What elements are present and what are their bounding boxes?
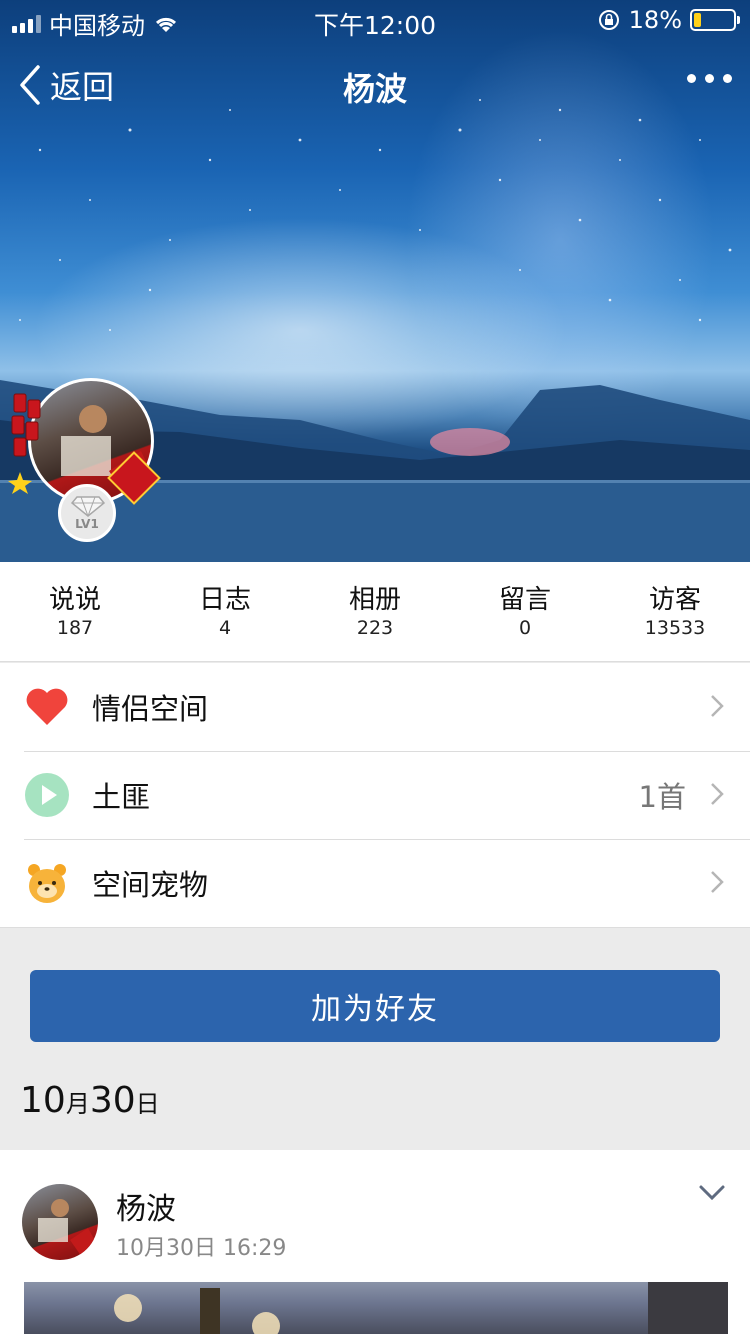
stat-posts[interactable]: 说说 187 <box>0 562 150 661</box>
stat-value: 4 <box>218 617 232 639</box>
stats-bar: 说说 187 日志 4 相册 223 留言 0 访客 13533 <box>0 562 750 662</box>
chevron-right-icon <box>711 783 724 805</box>
rotation-lock-icon <box>598 10 619 30</box>
list-item-space-pet[interactable]: 空间宠物 <box>0 839 750 927</box>
heart-icon <box>24 684 70 730</box>
add-friend-button[interactable]: 加为好友 <box>30 970 720 1042</box>
battery-percent: 18% <box>628 6 682 34</box>
stat-value: 13533 <box>644 617 706 639</box>
post-author-name[interactable]: 杨波 <box>116 1184 176 1228</box>
status-bar: 中国移动 下午12:00 18% <box>0 0 750 40</box>
stat-label: 留言 <box>498 585 551 615</box>
stat-blogs[interactable]: 日志 4 <box>150 562 300 661</box>
stat-label: 日志 <box>198 585 251 615</box>
stat-label: 访客 <box>648 585 701 615</box>
list-item-label: 土匪 <box>92 780 151 814</box>
nav-bar: 返回 杨波 <box>0 52 750 116</box>
profile-avatar-area[interactable]: LV1 <box>6 376 166 546</box>
list-item-label: 空间宠物 <box>92 868 209 902</box>
diamond-icon <box>71 496 105 517</box>
cover-image: 中国移动 下午12:00 18% 返回 杨波 LV1 <box>0 0 750 562</box>
stat-albums[interactable]: 相册 223 <box>300 562 450 661</box>
date-month-unit: 月 <box>65 1090 90 1118</box>
level-badge: LV1 <box>58 484 116 542</box>
play-icon <box>24 772 70 818</box>
chevron-right-icon <box>711 871 724 893</box>
song-count: 1首 <box>638 780 686 814</box>
firecracker-decoration-icon <box>8 393 41 494</box>
more-dot-icon <box>705 74 714 83</box>
pet-icon <box>24 860 70 906</box>
page-title: 杨波 <box>342 70 407 108</box>
date-day-number: 30 <box>89 1080 136 1121</box>
list-item-music[interactable]: 土匪 1首 <box>0 751 750 839</box>
level-label: LV1 <box>75 517 99 531</box>
feed-post-card: 杨波 10月30日 16:29 <box>0 1150 750 1334</box>
feed-date-header: 10月30日 <box>20 1080 160 1121</box>
date-day-unit: 日 <box>135 1090 160 1118</box>
stat-visitors[interactable]: 访客 13533 <box>600 562 750 661</box>
more-dot-icon <box>723 74 732 83</box>
list-item-couple-space[interactable]: 情侣空间 <box>0 663 750 751</box>
fu-charm-icon <box>107 451 161 505</box>
stat-label: 相册 <box>348 585 401 615</box>
post-time: 10月30日 16:29 <box>116 1236 287 1261</box>
post-photo[interactable] <box>24 1282 728 1334</box>
more-button[interactable] <box>687 74 732 83</box>
stat-messages[interactable]: 留言 0 <box>450 562 600 661</box>
chevron-down-icon[interactable] <box>698 1184 726 1202</box>
battery-icon <box>690 9 740 31</box>
stat-value: 223 <box>356 617 394 639</box>
chevron-right-icon <box>711 695 724 717</box>
stat-label: 说说 <box>48 585 101 615</box>
stat-value: 187 <box>56 617 94 639</box>
more-dot-icon <box>687 74 696 83</box>
post-author-avatar[interactable] <box>22 1184 98 1260</box>
feature-list: 情侣空间 土匪 1首 空间宠物 <box>0 663 750 928</box>
date-month-number: 10 <box>20 1080 66 1121</box>
list-item-label: 情侣空间 <box>92 692 209 726</box>
stat-value: 0 <box>518 617 532 639</box>
